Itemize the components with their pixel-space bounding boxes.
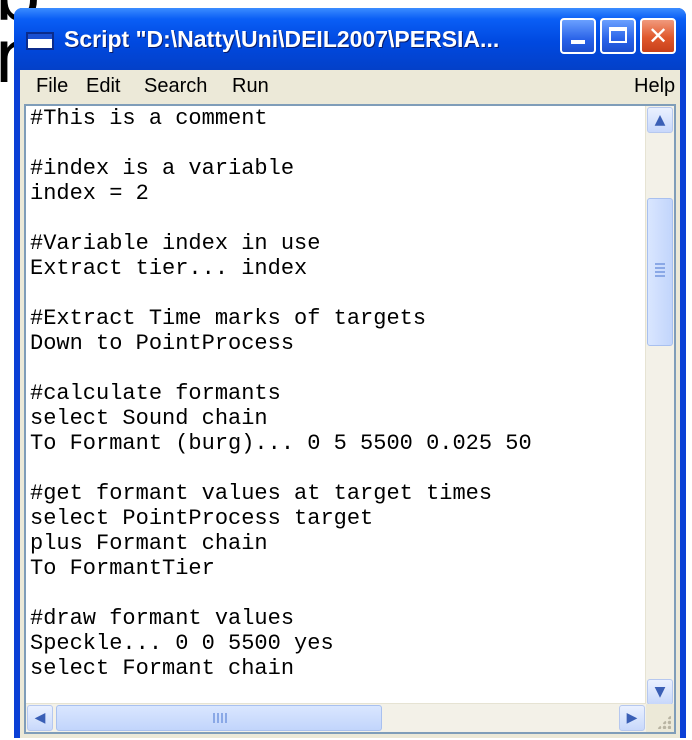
code-line: Speckle... 0 0 5500 yes xyxy=(30,631,334,656)
menu-edit[interactable]: Edit xyxy=(86,75,120,98)
code-line: plus Formant chain xyxy=(30,531,268,556)
code-line: #draw formant values xyxy=(30,606,295,631)
code-line: index = 2 xyxy=(30,181,149,206)
close-button[interactable]: ✕ xyxy=(640,18,676,54)
window-client-area: File Edit Search Run Help #This is a com… xyxy=(20,70,680,738)
code-line: #This is a comment xyxy=(30,106,268,131)
code-line: To FormantTier xyxy=(30,556,215,581)
grip-icon xyxy=(213,713,227,723)
code-line: select Sound chain xyxy=(30,406,268,431)
script-text-area[interactable]: #This is a comment #index is a variable in… xyxy=(30,106,646,708)
minimize-button[interactable] xyxy=(560,18,596,54)
grip-icon xyxy=(655,263,665,277)
code-line: #Variable index in use xyxy=(30,231,321,256)
scroll-up-button[interactable]: ▲ xyxy=(647,107,673,133)
scroll-right-button[interactable]: ▶ xyxy=(619,705,645,731)
menu-file[interactable]: File xyxy=(36,75,68,98)
resize-grip-icon[interactable] xyxy=(646,704,674,732)
scroll-down-button[interactable]: ▼ xyxy=(647,679,673,705)
window-title: Script "D:\Natty\Uni\DEIL2007\PERSIA... xyxy=(64,26,500,52)
horizontal-scroll-thumb[interactable] xyxy=(56,705,382,731)
code-line: #index is a variable xyxy=(30,156,295,181)
maximize-icon xyxy=(609,27,627,43)
close-icon: ✕ xyxy=(647,22,669,50)
horizontal-scrollbar[interactable]: ◀ ▶ xyxy=(26,703,646,732)
title-bar[interactable]: Script "D:\Natty\Uni\DEIL2007\PERSIA... … xyxy=(14,8,686,70)
vertical-scrollbar[interactable]: ▲ ▼ xyxy=(645,106,674,706)
window-app-icon[interactable] xyxy=(26,32,54,50)
vertical-scroll-thumb[interactable] xyxy=(647,198,673,346)
scroll-left-button[interactable]: ◀ xyxy=(27,705,53,731)
code-line: To Formant (burg)... 0 5 5500 0.025 50 xyxy=(30,431,532,456)
code-line: #get formant values at target times xyxy=(30,481,493,506)
maximize-button[interactable] xyxy=(600,18,636,54)
menu-search[interactable]: Search xyxy=(144,75,207,98)
script-window: Script "D:\Natty\Uni\DEIL2007\PERSIA... … xyxy=(14,8,686,738)
menu-help[interactable]: Help xyxy=(634,75,675,98)
code-line: #calculate formants xyxy=(30,381,281,406)
code-line: select PointProcess target xyxy=(30,506,374,531)
menu-run[interactable]: Run xyxy=(232,75,269,98)
minimize-icon xyxy=(571,40,585,44)
menu-bar: File Edit Search Run Help xyxy=(20,70,680,104)
code-line: select Formant chain xyxy=(30,656,295,681)
code-line: Extract tier... index xyxy=(30,256,308,281)
code-line: #Extract Time marks of targets xyxy=(30,306,427,331)
script-editor[interactable]: #This is a comment #index is a variable in… xyxy=(24,104,676,734)
code-line: Down to PointProcess xyxy=(30,331,295,356)
